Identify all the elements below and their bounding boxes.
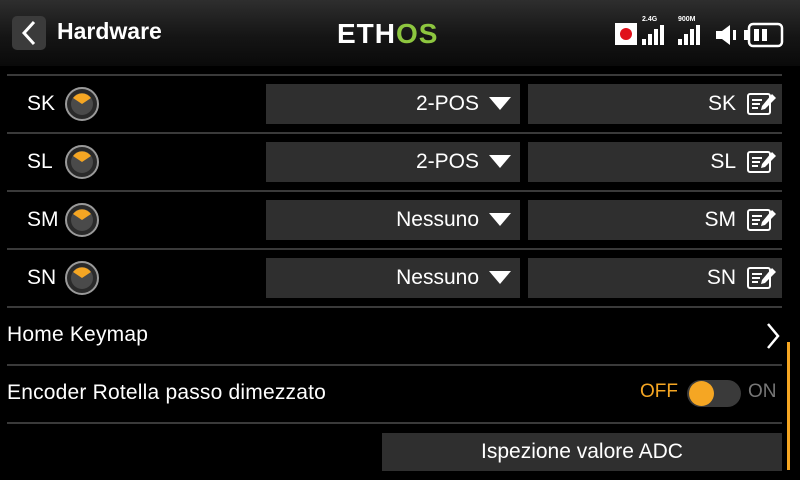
toggle-off-label: OFF bbox=[640, 381, 678, 402]
ethos-logo: ETHOS bbox=[337, 18, 439, 49]
caret-down-icon bbox=[489, 213, 511, 226]
scrollbar[interactable] bbox=[787, 342, 790, 470]
switch-name-value: SN bbox=[706, 266, 736, 289]
divider bbox=[7, 364, 782, 366]
switch-type-value: 2-POS bbox=[415, 92, 479, 115]
encoder-half-step-toggle[interactable] bbox=[687, 380, 741, 407]
chevron-left-icon bbox=[21, 20, 36, 46]
edit-icon bbox=[747, 151, 776, 173]
signal-900-icon bbox=[678, 25, 700, 45]
divider bbox=[7, 248, 782, 250]
switch-type-value: Nessuno bbox=[396, 208, 479, 231]
chevron-right-icon[interactable] bbox=[764, 322, 782, 350]
switch-label: SK bbox=[27, 92, 56, 115]
record-icon bbox=[615, 23, 637, 45]
switch-label: SN bbox=[27, 266, 57, 289]
divider bbox=[7, 190, 782, 192]
switch-name-value: SK bbox=[707, 92, 736, 115]
rssi-24-label: 2.4G bbox=[642, 16, 658, 23]
edit-icon bbox=[747, 267, 776, 289]
switch-knob-icon bbox=[65, 145, 99, 179]
encoder-half-step-label: Encoder Rotella passo dimezzato bbox=[7, 381, 327, 404]
signal-24-icon bbox=[642, 25, 664, 45]
switch-name-field[interactable]: SK bbox=[528, 84, 782, 124]
speaker-icon bbox=[716, 25, 736, 45]
divider bbox=[7, 306, 782, 308]
divider bbox=[7, 422, 782, 424]
page-title: Hardware bbox=[57, 18, 162, 44]
switch-name-value: SM bbox=[704, 208, 737, 231]
battery-icon bbox=[744, 22, 784, 48]
switch-name-field[interactable]: SM bbox=[528, 200, 782, 240]
switch-type-dropdown[interactable]: Nessuno bbox=[266, 200, 520, 240]
toggle-on-label: ON bbox=[748, 381, 777, 402]
divider bbox=[7, 132, 782, 134]
toggle-knob bbox=[689, 381, 714, 406]
home-keymap-label[interactable]: Home Keymap bbox=[7, 323, 148, 347]
adc-inspect-button[interactable]: Ispezione valore ADC bbox=[382, 433, 782, 471]
switch-type-value: 2-POS bbox=[415, 150, 479, 173]
switch-type-dropdown[interactable]: Nessuno bbox=[266, 258, 520, 298]
edit-icon bbox=[747, 93, 776, 115]
switch-type-dropdown[interactable]: 2-POS bbox=[266, 142, 520, 182]
caret-down-icon bbox=[489, 155, 511, 168]
caret-down-icon bbox=[489, 97, 511, 110]
switch-label: SL bbox=[27, 150, 53, 173]
divider bbox=[7, 74, 782, 76]
edit-icon bbox=[747, 209, 776, 231]
switch-name-field[interactable]: SL bbox=[528, 142, 782, 182]
switch-name-value: SL bbox=[710, 150, 736, 173]
switch-knob-icon bbox=[65, 87, 99, 121]
switch-type-dropdown[interactable]: 2-POS bbox=[266, 84, 520, 124]
switch-knob-icon bbox=[65, 261, 99, 295]
switch-knob-icon bbox=[65, 203, 99, 237]
rssi-900-label: 900M bbox=[678, 16, 696, 23]
back-button[interactable] bbox=[12, 16, 46, 50]
switch-label: SM bbox=[27, 208, 59, 231]
caret-down-icon bbox=[489, 271, 511, 284]
header-bar: Hardware ETHOS 2.4G 900M bbox=[0, 0, 800, 66]
switch-type-value: Nessuno bbox=[396, 266, 479, 289]
switch-name-field[interactable]: SN bbox=[528, 258, 782, 298]
